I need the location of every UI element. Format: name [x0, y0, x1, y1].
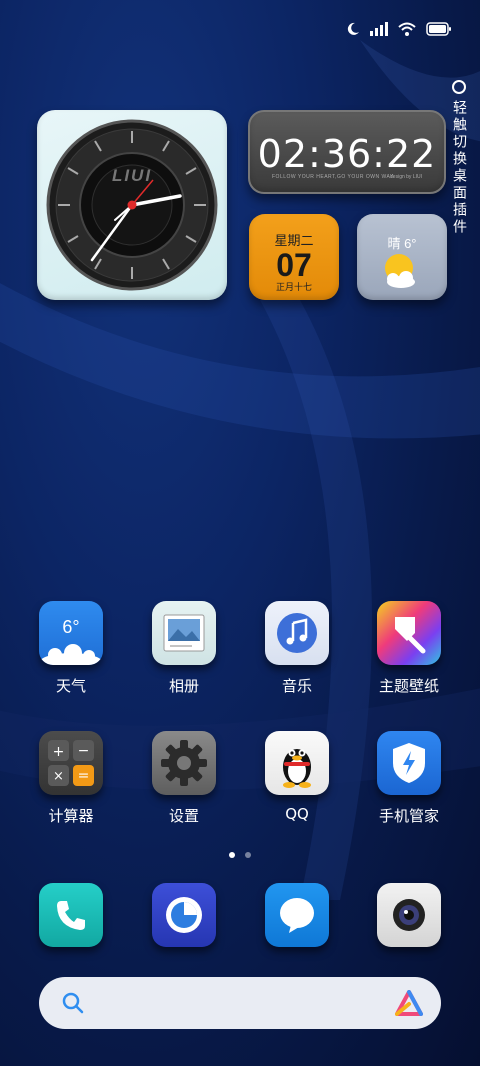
- assistant-logo-icon[interactable]: [395, 990, 423, 1021]
- digital-clock-widget[interactable]: 02:36:22 FOLLOW YOUR HEART,GO YOUR OWN W…: [248, 110, 446, 194]
- music-icon: [265, 601, 329, 665]
- signal-icon: [370, 22, 388, 36]
- app-qq[interactable]: QQ: [252, 731, 342, 823]
- do-not-disturb-icon: [346, 22, 360, 36]
- app-music-label: 音乐: [281, 677, 312, 695]
- app-calculator-label: 计算器: [48, 807, 94, 825]
- svg-text:−: −: [78, 743, 90, 759]
- clock-face-icon: [46, 119, 218, 291]
- svg-text:×: ×: [53, 769, 64, 784]
- search-icon: [61, 991, 85, 1020]
- dock-camera[interactable]: [364, 883, 454, 947]
- dock-phone[interactable]: [26, 883, 116, 947]
- digital-time: 02:36:22: [257, 132, 437, 176]
- clock-brand: LIUI: [111, 166, 153, 185]
- app-settings[interactable]: 设置: [139, 731, 229, 826]
- search-bar[interactable]: [39, 977, 441, 1029]
- battery-icon: [426, 22, 452, 36]
- digital-clock-footer: FOLLOW YOUR HEART,GO YOUR OWN WAY.: [272, 174, 396, 180]
- app-themes-label: 主题壁纸: [378, 677, 439, 695]
- app-themes[interactable]: 主题壁纸: [364, 601, 454, 696]
- date-widget[interactable]: 星期二 07 正月十七: [249, 214, 339, 300]
- page-indicator: [0, 852, 480, 858]
- page-dot[interactable]: [245, 852, 251, 858]
- date-lunar: 正月十七: [275, 282, 312, 292]
- shield-icon: [377, 731, 441, 795]
- app-weather-label: 天气: [55, 677, 86, 695]
- gear-icon: [152, 731, 216, 795]
- dock-messages[interactable]: [252, 883, 342, 947]
- switch-widget-hint[interactable]: 轻触切换桌面插件: [450, 80, 468, 236]
- phone-icon: [39, 883, 103, 947]
- app-settings-label: 设置: [168, 807, 199, 825]
- app-music[interactable]: 音乐: [252, 601, 342, 696]
- circle-icon: [452, 80, 466, 94]
- dock-browser[interactable]: [139, 883, 229, 947]
- app-calculator[interactable]: + − × = 计算器: [26, 731, 116, 826]
- app-phone-manager[interactable]: 手机管家: [364, 731, 454, 826]
- app-gallery-label: 相册: [168, 677, 199, 695]
- app-weather[interactable]: 6° 天气: [26, 601, 116, 696]
- gallery-icon: [152, 601, 216, 665]
- weather-summary: 晴 6°: [387, 236, 417, 251]
- digital-clock-signature: design by LIUI: [390, 174, 422, 180]
- wifi-icon: [398, 22, 416, 36]
- camera-icon: [377, 883, 441, 947]
- analog-clock-widget[interactable]: LIUI: [37, 110, 227, 300]
- weather-app-icon: 6°: [39, 601, 103, 665]
- app-phone-manager-label: 手机管家: [378, 807, 439, 825]
- switch-widget-label: 轻触切换桌面插件: [451, 100, 467, 236]
- penguin-icon: [265, 731, 329, 795]
- message-bubble-icon: [265, 883, 329, 947]
- weather-widget[interactable]: 晴 6°: [357, 214, 447, 300]
- theme-brush-icon: [377, 601, 441, 665]
- sunny-icon: [385, 254, 415, 288]
- app-gallery[interactable]: 相册: [139, 601, 229, 696]
- browser-compass-icon: [152, 883, 216, 947]
- date-day: 07: [276, 247, 312, 283]
- page-dot-active: [229, 852, 235, 858]
- status-bar: [346, 22, 452, 36]
- svg-text:+: +: [53, 744, 65, 760]
- calculator-icon: + − × =: [39, 731, 103, 795]
- app-qq-label: QQ: [285, 805, 309, 823]
- svg-text:=: =: [78, 768, 90, 784]
- weather-app-temp: 6°: [62, 617, 80, 637]
